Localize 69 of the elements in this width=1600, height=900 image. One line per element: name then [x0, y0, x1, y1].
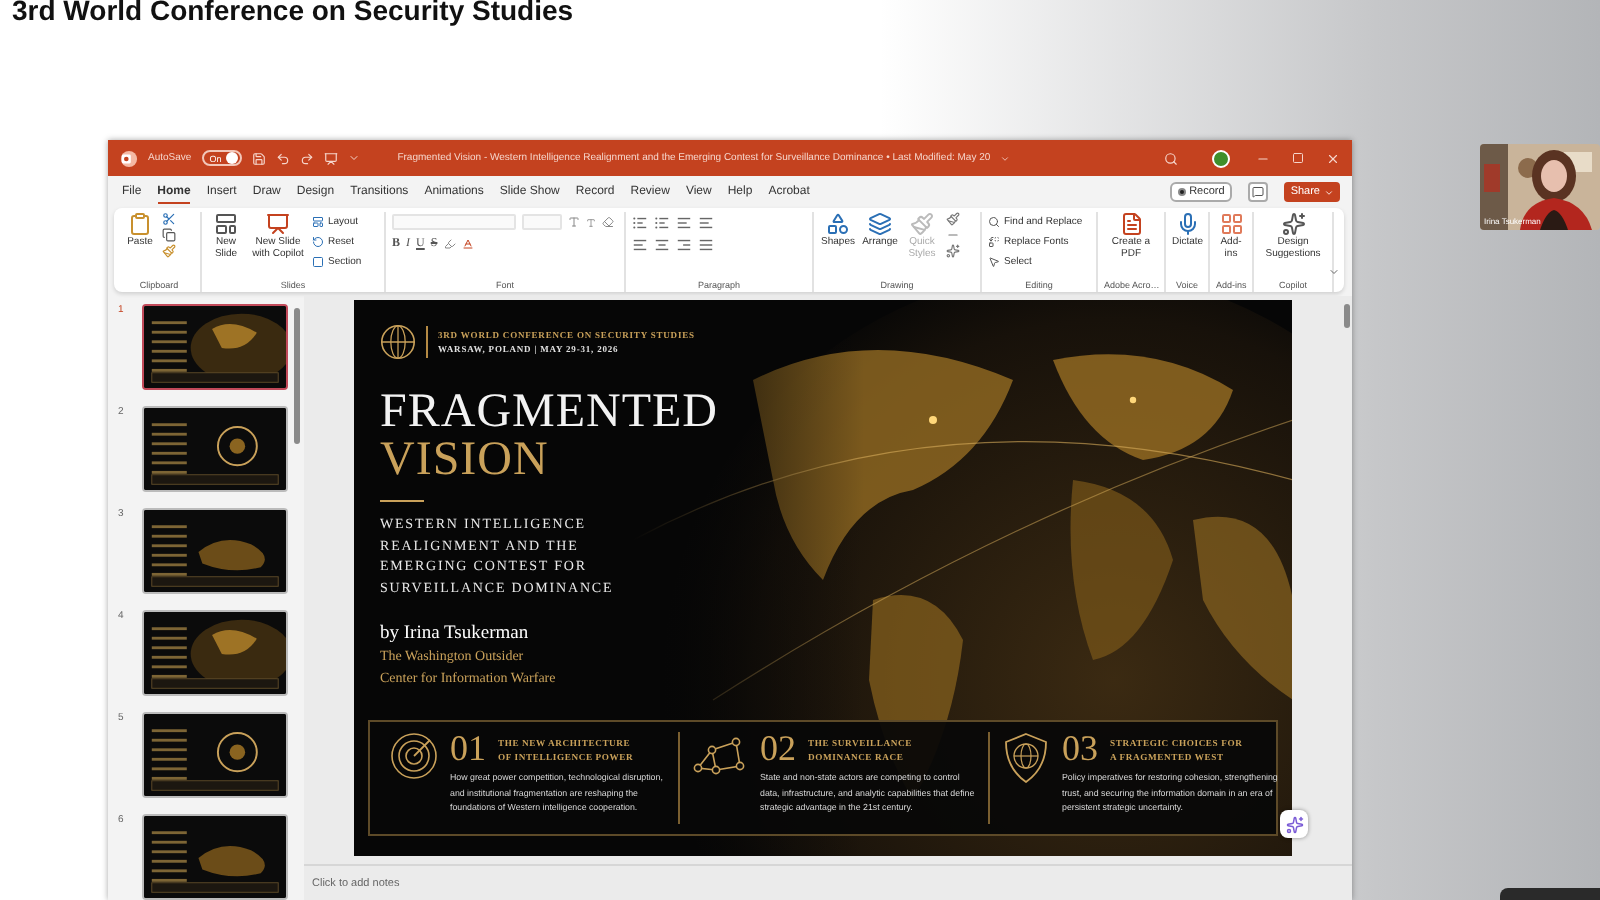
copilot-button[interactable] [1280, 810, 1308, 838]
comments-button[interactable] [1248, 182, 1269, 202]
effects-icon[interactable] [946, 244, 960, 258]
clear-formatting-icon[interactable] [602, 216, 614, 228]
author-name: by Irina Tsukerman [380, 624, 531, 644]
network-icon [692, 732, 748, 780]
shield-globe-icon [1002, 732, 1050, 784]
layout-icon [312, 215, 324, 227]
section-number: 02 [760, 732, 796, 766]
maximize-icon[interactable] [1292, 152, 1304, 164]
clipboard-icon [128, 212, 152, 236]
slide-thumbnail[interactable] [142, 610, 288, 696]
slide-title: VISION [380, 436, 551, 484]
replace-icon [988, 235, 1000, 247]
account-avatar[interactable] [1212, 149, 1230, 167]
radar-icon [390, 732, 438, 780]
cut-icon[interactable] [162, 212, 176, 226]
numbering-icon[interactable] [654, 213, 670, 231]
search-icon[interactable] [1164, 151, 1178, 165]
search-icon [988, 215, 1000, 227]
slide-thumbnail[interactable] [142, 304, 288, 390]
reset-icon [312, 235, 324, 247]
slide-thumbnail[interactable] [142, 508, 288, 594]
scrollbar-thumb[interactable] [294, 308, 300, 444]
align-left-icon[interactable] [632, 235, 648, 253]
caret-icon[interactable] [1000, 153, 1011, 163]
bullets-icon[interactable] [632, 213, 648, 231]
slide-thumbnail[interactable] [142, 712, 288, 798]
app-icon[interactable] [120, 149, 138, 167]
slide-icon [214, 212, 238, 236]
scrollbar-thumb[interactable] [1343, 304, 1349, 328]
sparkle-icon [1281, 212, 1305, 236]
slide-thumbnail[interactable] [142, 406, 288, 492]
section-number: 03 [1062, 732, 1098, 766]
pointer-icon [988, 255, 1000, 267]
layers-icon [868, 212, 892, 236]
globe-icon [380, 324, 416, 360]
font-name-field[interactable] [392, 214, 516, 230]
section-number: 01 [450, 732, 486, 766]
record-dot-icon [1177, 188, 1186, 196]
increase-font-icon[interactable] [568, 216, 580, 228]
align-right-icon[interactable] [676, 235, 692, 253]
comment-icon [1252, 186, 1265, 198]
indent-icon[interactable] [676, 213, 692, 231]
slide-thumbnail[interactable] [142, 814, 288, 900]
font-color-icon[interactable] [461, 238, 474, 250]
collapse-ribbon-icon[interactable] [1328, 266, 1340, 278]
highlighter-icon[interactable] [443, 238, 456, 250]
close-icon[interactable] [1326, 151, 1340, 165]
slide-title: FRAGMENTED [380, 388, 721, 436]
redo-icon[interactable] [299, 151, 314, 165]
justify-icon[interactable] [698, 235, 714, 253]
presentation-icon[interactable] [323, 151, 338, 165]
caret-icon [1324, 187, 1334, 197]
save-icon[interactable] [251, 151, 266, 165]
outdent-icon[interactable] [698, 213, 714, 231]
sparkle-icon [1285, 815, 1303, 833]
shapes-icon [826, 212, 850, 236]
grid-icon [1219, 212, 1243, 236]
align-center-icon[interactable] [654, 235, 670, 253]
section-icon [312, 255, 324, 267]
page-heading: 3rd World Conference on Security Studies [10, 0, 574, 26]
copy-icon[interactable] [162, 228, 176, 242]
decrease-font-icon[interactable] [586, 217, 596, 227]
document-icon [1119, 212, 1143, 236]
undo-icon[interactable] [275, 151, 290, 165]
brush-icon [910, 212, 934, 236]
font-size-field[interactable] [522, 214, 562, 230]
microphone-icon [1175, 212, 1200, 236]
